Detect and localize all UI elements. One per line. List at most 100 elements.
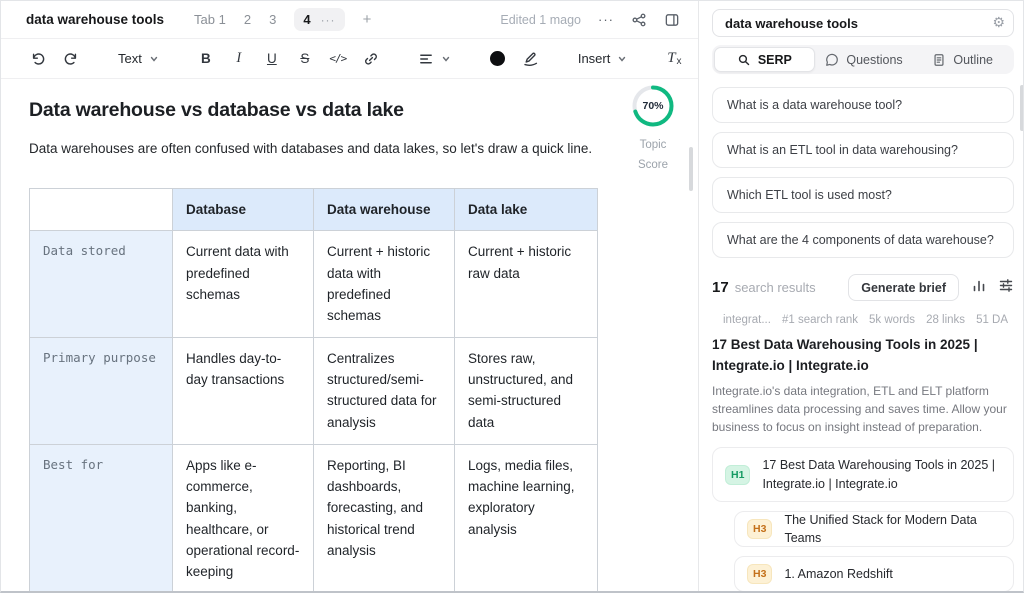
results-header: 17 search results Generate brief [712, 274, 1014, 301]
meta-domain: integrat... [723, 314, 771, 326]
text-style-label: Text [118, 51, 142, 66]
alignment-dropdown[interactable] [412, 46, 457, 72]
tab-1[interactable]: Tab 1 [194, 12, 226, 27]
gear-icon[interactable]: ⚙ [992, 15, 1005, 29]
chevron-down-icon [441, 54, 451, 64]
document-title: data warehouse tools [26, 12, 164, 27]
tab-outline-label: Outline [953, 53, 993, 67]
tab-questions[interactable]: Questions [815, 47, 914, 72]
italic-button[interactable]: I [226, 46, 252, 72]
chevron-down-icon [617, 54, 627, 64]
panel-toggle-icon[interactable] [664, 12, 680, 28]
table-row: Best for Apps like e-commerce, banking, … [30, 444, 598, 593]
research-sidebar: ⚙ SERP Questions Outline [700, 1, 1024, 591]
formatting-toolbar: Text B I U S </> [1, 39, 698, 79]
column-header-data-warehouse: Data warehouse [314, 189, 455, 231]
table-cell: Current + historic data with predefined … [314, 231, 455, 337]
outline-heading-card[interactable]: H3 The Unified Stack for Modern Data Tea… [734, 511, 1014, 547]
header-actions: Edited 1 mago ··· [500, 12, 680, 28]
clear-formatting-t: T [667, 50, 675, 67]
outline-heading-card[interactable]: H3 1. Amazon Redshift [734, 556, 1014, 592]
search-icon [737, 53, 751, 67]
row-label: Primary purpose [30, 337, 173, 444]
table-cell: Apps like e-commerce, banking, healthcar… [173, 444, 314, 593]
comparison-table: Database Data warehouse Data lake Data s… [29, 188, 598, 593]
edited-status: Edited 1 mago [500, 13, 581, 27]
table-row: Data stored Current data with predefined… [30, 231, 598, 337]
table-cell: Handles day-to-day transactions [173, 337, 314, 444]
h1-badge: H1 [725, 465, 750, 485]
table-corner-cell [30, 189, 173, 231]
insert-dropdown[interactable]: Insert [572, 46, 634, 72]
question-card[interactable]: Which ETL tool is used most? [712, 177, 1014, 213]
question-card[interactable]: What is an ETL tool in data warehousing? [712, 132, 1014, 168]
speech-bubble-icon [825, 53, 839, 67]
sidebar-tab-bar: SERP Questions Outline [712, 45, 1014, 74]
code-button[interactable]: </> [325, 46, 351, 72]
results-count: 17 [712, 279, 729, 296]
column-header-database: Database [173, 189, 314, 231]
outline-heading-card[interactable]: H1 17 Best Data Warehousing Tools in 202… [712, 447, 1014, 503]
color-swatch [490, 51, 505, 66]
document-header: data warehouse tools Tab 1 2 3 4 ··· + E… [1, 1, 698, 39]
clear-formatting-button[interactable]: Tx [661, 46, 687, 72]
redo-button[interactable] [58, 46, 84, 72]
h3-badge: H3 [747, 564, 772, 584]
table-cell: Current data with predefined schemas [173, 231, 314, 337]
bar-chart-icon[interactable] [971, 277, 987, 298]
tab-questions-label: Questions [846, 53, 902, 67]
clear-formatting-x: x [677, 56, 682, 67]
tab-4-label: 4 [303, 12, 310, 27]
filter-sliders-icon[interactable] [998, 277, 1014, 298]
tab-more-icon[interactable]: ··· [321, 13, 336, 27]
tab-4-active[interactable]: 4 ··· [294, 8, 344, 31]
tab-2[interactable]: 2 [244, 12, 251, 27]
tab-serp-label: SERP [758, 53, 792, 67]
chevron-down-icon [149, 54, 159, 64]
sidebar-scrollbar[interactable] [1020, 85, 1024, 131]
question-text: What is a data warehouse tool? [727, 98, 902, 112]
tab-outline[interactable]: Outline [913, 47, 1012, 72]
align-left-icon [418, 51, 434, 67]
app-window: data warehouse tools Tab 1 2 3 4 ··· + E… [0, 0, 1024, 593]
tab-3[interactable]: 3 [269, 12, 276, 27]
intro-paragraph: Data warehouses are often confused with … [29, 141, 614, 156]
table-cell: Reporting, BI dashboards, forecasting, a… [314, 444, 455, 593]
question-card[interactable]: What is a data warehouse tool? [712, 87, 1014, 123]
editor-scrollbar[interactable] [689, 147, 693, 191]
editor-pane: data warehouse tools Tab 1 2 3 4 ··· + E… [1, 1, 699, 591]
tab-serp[interactable]: SERP [714, 47, 815, 72]
underline-button[interactable]: U [259, 46, 285, 72]
result-description: Integrate.io's data integration, ETL and… [712, 382, 1012, 436]
topic-score-ring: 70% [630, 83, 676, 129]
outline-heading-text: 17 Best Data Warehousing Tools in 2025 |… [762, 456, 1001, 494]
column-header-data-lake: Data lake [455, 189, 598, 231]
document-canvas[interactable]: Data warehouse vs database vs data lake … [1, 79, 698, 593]
table-cell: Stores raw, unstructured, and semi-struc… [455, 337, 598, 444]
share-icon[interactable] [631, 12, 647, 28]
question-card[interactable]: What are the 4 components of data wareho… [712, 222, 1014, 258]
bold-button[interactable]: B [193, 46, 219, 72]
strikethrough-button[interactable]: S [292, 46, 318, 72]
question-text: Which ETL tool is used most? [727, 188, 892, 202]
more-options-icon[interactable]: ··· [598, 12, 614, 27]
search-input[interactable] [712, 9, 1014, 37]
topic-score-label: Topic Score [624, 135, 682, 175]
generate-brief-button[interactable]: Generate brief [848, 274, 959, 301]
query-search-box: ⚙ [712, 9, 1014, 37]
result-title[interactable]: 17 Best Data Warehousing Tools in 2025 |… [712, 335, 1014, 377]
question-text: What is an ETL tool in data warehousing? [727, 143, 958, 157]
highlight-icon[interactable] [518, 46, 544, 72]
result-meta-row: integrat... #1 search rank 5k words 28 l… [712, 314, 1014, 326]
text-color-button[interactable] [485, 46, 511, 72]
tab-bar: Tab 1 2 3 4 ··· + [194, 8, 371, 31]
link-icon[interactable] [358, 46, 384, 72]
insert-label: Insert [578, 51, 611, 66]
row-label: Best for [30, 444, 173, 593]
row-label: Data stored [30, 231, 173, 337]
add-tab-button[interactable]: + [363, 11, 372, 28]
meta-links: 28 links [926, 314, 965, 326]
results-count-label: search results [735, 280, 816, 295]
undo-button[interactable] [25, 46, 51, 72]
text-style-dropdown[interactable]: Text [112, 46, 165, 72]
